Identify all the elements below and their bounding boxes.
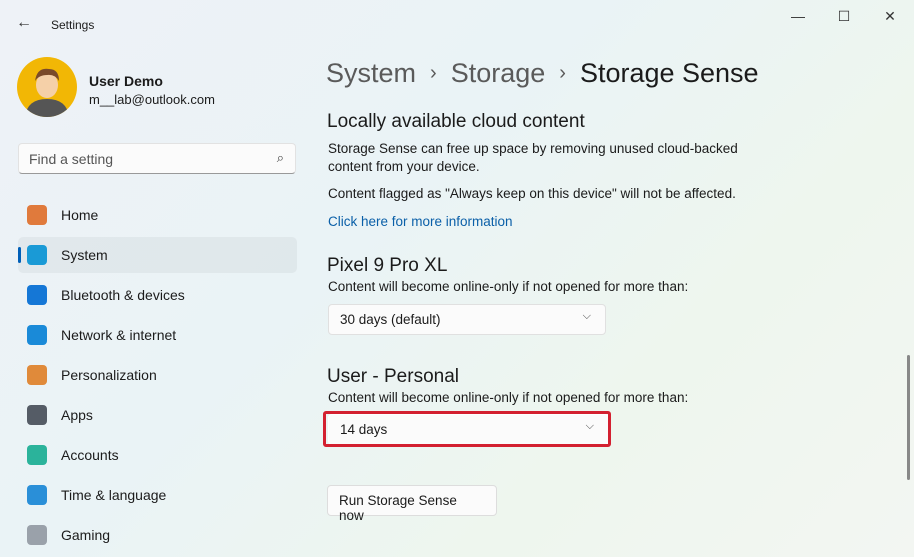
sidebar-item-label: Accounts (61, 447, 119, 463)
time-language-icon (27, 485, 47, 505)
personal-heading: User - Personal (327, 366, 459, 387)
avatar[interactable] (17, 57, 77, 117)
pixel-days-dropdown[interactable]: 30 days (default) ⌵ (328, 304, 606, 335)
sidebar-item-label: Home (61, 207, 99, 223)
selection-indicator (18, 247, 21, 263)
sidebar-item-label: Time & language (61, 487, 167, 503)
sidebar-item-label: Network & internet (61, 327, 177, 343)
cloud-heading: Locally available cloud content (327, 111, 585, 132)
personal-description: Content will become online-only if not o… (328, 390, 689, 405)
breadcrumb-separator: › (430, 62, 437, 84)
search-input[interactable]: Find a setting ⌕ (18, 143, 296, 174)
highlight-box (323, 411, 611, 447)
bluetooth-devices-icon (27, 285, 47, 305)
cloud-note: Content flagged as "Always keep on this … (328, 186, 736, 201)
sidebar-item-label: Gaming (61, 527, 111, 543)
personalization-icon (27, 365, 47, 385)
sidebar-item-personalization[interactable]: Personalization (18, 357, 297, 393)
system-icon (27, 245, 47, 265)
breadcrumb-separator: › (559, 62, 566, 84)
accounts-icon (27, 445, 47, 465)
breadcrumb-storage[interactable]: Storage (451, 58, 546, 88)
sidebar-item-label: System (61, 247, 108, 263)
apps-icon (27, 405, 47, 425)
sidebar-item-accounts[interactable]: Accounts (18, 437, 297, 473)
back-button[interactable]: ← (16, 14, 32, 32)
user-email: m__lab@outlook.com (89, 92, 215, 107)
search-icon: ⌕ (276, 150, 284, 165)
sidebar-item-home[interactable]: Home (18, 197, 297, 233)
search-placeholder: Find a setting (29, 151, 114, 167)
user-name: User Demo (89, 73, 163, 89)
sidebar-item-network-internet[interactable]: Network & internet (18, 317, 297, 353)
sidebar-item-label: Personalization (61, 367, 157, 383)
maximize-button[interactable]: ☐ (829, 8, 859, 28)
run-storage-sense-button[interactable]: Run Storage Sense now (327, 485, 497, 523)
sidebar-item-label: Bluetooth & devices (61, 287, 185, 303)
window-title: Settings (51, 18, 95, 32)
breadcrumb: System › Storage › Storage Sense (326, 58, 759, 89)
more-info-link[interactable]: Click here for more information (328, 213, 513, 231)
sidebar-item-gaming[interactable]: Gaming (18, 517, 297, 553)
sidebar-item-system[interactable]: System (18, 237, 297, 273)
scrollbar[interactable] (907, 355, 910, 480)
gaming-icon (27, 525, 47, 545)
home-icon (27, 205, 47, 225)
minimize-button[interactable]: — (783, 8, 813, 28)
pixel-description: Content will become online-only if not o… (328, 279, 689, 294)
sidebar-item-time-language[interactable]: Time & language (18, 477, 297, 513)
sidebar-item-label: Apps (61, 407, 93, 423)
page-title: Storage Sense (579, 58, 759, 88)
sidebar-item-apps[interactable]: Apps (18, 397, 297, 433)
close-button[interactable]: ✕ (875, 8, 905, 28)
pixel-heading: Pixel 9 Pro XL (327, 255, 448, 276)
cloud-description: Storage Sense can free up space by remov… (328, 141, 738, 174)
sidebar-item-bluetooth-devices[interactable]: Bluetooth & devices (18, 277, 297, 313)
chevron-down-icon: ⌵ (582, 310, 591, 322)
network-internet-icon (27, 325, 47, 345)
pixel-days-value: 30 days (default) (340, 312, 441, 327)
breadcrumb-system[interactable]: System (326, 58, 416, 88)
